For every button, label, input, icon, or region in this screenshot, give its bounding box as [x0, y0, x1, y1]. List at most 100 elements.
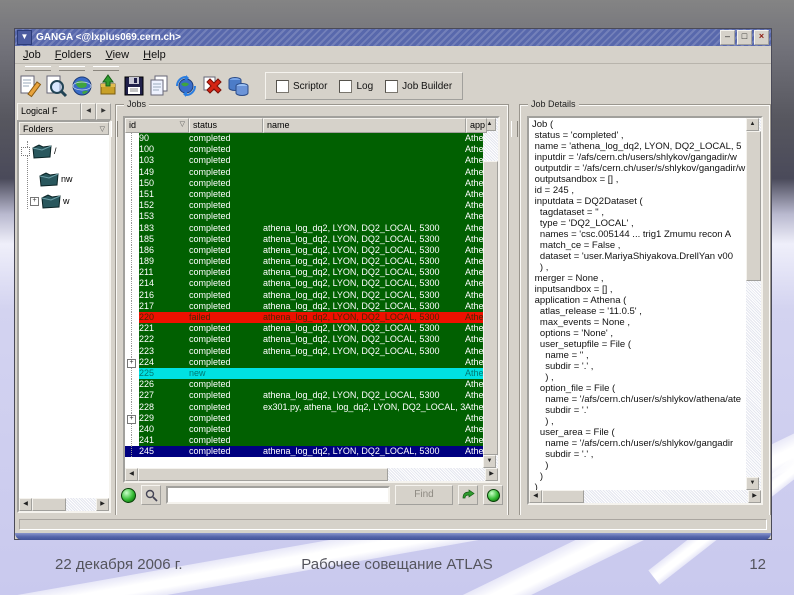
folders-tree: Folders ▽ / nw + w ◀ ▶: [17, 120, 111, 513]
kill-job-icon[interactable]: [200, 74, 224, 98]
table-row[interactable]: + 152 completed Athena: [125, 200, 483, 212]
tree-item-root[interactable]: /: [21, 143, 57, 159]
table-row[interactable]: + 226 completed Athena: [125, 379, 483, 391]
table-row[interactable]: + 228 completed ex301.py, athena_log_dq2…: [125, 401, 483, 413]
cell-id: 211: [139, 267, 154, 278]
scroll-down-icon[interactable]: ▼: [746, 477, 759, 490]
save-icon[interactable]: [122, 74, 146, 98]
scrollbar-thumb[interactable]: [746, 131, 761, 281]
jobs-hscrollbar[interactable]: ◀ ▶: [125, 468, 498, 481]
row-gutter: +: [125, 278, 139, 290]
table-row[interactable]: + 227 completed athena_log_dq2, LYON, DQ…: [125, 390, 483, 402]
row-expander-icon[interactable]: +: [127, 414, 136, 424]
submit-job-icon[interactable]: [96, 74, 120, 98]
table-row[interactable]: + 153 completed Athena: [125, 211, 483, 223]
scroll-right-icon[interactable]: ▶: [485, 468, 498, 481]
window-menu-icon[interactable]: ▼: [17, 30, 32, 45]
close-button[interactable]: ×: [754, 30, 769, 45]
scroll-right-icon[interactable]: ▶: [748, 490, 761, 503]
details-vscrollbar[interactable]: ▲ ▼: [746, 118, 761, 490]
find-input[interactable]: [166, 486, 390, 504]
table-row[interactable]: + 241 completed Athena: [125, 435, 483, 447]
minimize-button[interactable]: –: [720, 30, 735, 45]
menu-job[interactable]: Job: [23, 49, 41, 61]
scriptor-checkbox[interactable]: [276, 79, 289, 93]
scrollbar-thumb[interactable]: [542, 490, 584, 503]
db-copy-icon[interactable]: [226, 74, 250, 98]
tab-logical-folders[interactable]: Logical F: [17, 103, 81, 120]
table-row[interactable]: + 150 completed Athena: [125, 177, 483, 190]
table-row[interactable]: + 240 completed Athena: [125, 423, 483, 436]
table-row[interactable]: + 151 completed Athena: [125, 188, 483, 201]
job-builder-checkbox[interactable]: [385, 79, 399, 93]
log-toggle[interactable]: Log: [339, 79, 373, 93]
tree-item-nw[interactable]: nw: [39, 171, 73, 187]
scroll-right-icon[interactable]: ▶: [96, 498, 109, 511]
table-row[interactable]: + 222 completed athena_log_dq2, LYON, DQ…: [125, 334, 483, 346]
menu-view[interactable]: View: [105, 49, 129, 61]
table-row[interactable]: + 183 completed athena_log_dq2, LYON, DQ…: [125, 222, 483, 234]
scroll-up-icon[interactable]: ▲: [746, 118, 759, 131]
sync-globe-icon[interactable]: [174, 74, 198, 98]
find-button[interactable]: Find: [395, 485, 453, 505]
new-job-icon[interactable]: [18, 74, 42, 98]
menu-help[interactable]: Help: [143, 49, 166, 61]
scroll-left-icon[interactable]: ◀: [529, 490, 542, 503]
folders-hscrollbar[interactable]: ◀ ▶: [19, 498, 109, 511]
tree-expand-plus-icon[interactable]: +: [30, 196, 39, 206]
tab-scroll-left-icon[interactable]: ◀: [81, 103, 96, 120]
column-header-id[interactable]: id ▽: [125, 118, 189, 133]
row-expander-icon[interactable]: +: [127, 358, 136, 368]
globe-icon[interactable]: [70, 74, 94, 98]
table-row[interactable]: + 149 completed Athena: [125, 166, 483, 178]
table-row[interactable]: + 100 completed Athena: [125, 144, 483, 156]
table-row[interactable]: + 224 completed Athena: [125, 356, 483, 369]
table-row[interactable]: + 216 completed athena_log_dq2, LYON, DQ…: [125, 289, 483, 302]
find-job-icon[interactable]: [44, 74, 68, 98]
table-row[interactable]: + 229 completed Athena: [125, 412, 483, 425]
table-row[interactable]: + 185 completed athena_log_dq2, LYON, DQ…: [125, 233, 483, 246]
scriptor-toggle[interactable]: Scriptor: [276, 79, 327, 93]
tab-scroll-right-icon[interactable]: ▶: [96, 103, 111, 120]
details-hscrollbar[interactable]: ◀ ▶: [529, 490, 761, 503]
scroll-down-icon[interactable]: ▼: [483, 455, 496, 468]
column-header-status[interactable]: status: [189, 118, 263, 133]
table-row[interactable]: + 220 failed athena_log_dq2, LYON, DQ2_L…: [125, 312, 483, 324]
menu-folders[interactable]: Folders: [55, 49, 92, 61]
scrollbar-thumb[interactable]: [138, 468, 388, 481]
search-button[interactable]: [141, 485, 161, 505]
tree-item-w[interactable]: + w: [30, 193, 70, 209]
column-header-app[interactable]: app: [466, 118, 487, 133]
row-gutter: +: [125, 367, 139, 380]
table-row[interactable]: + 186 completed athena_log_dq2, LYON, DQ…: [125, 244, 483, 257]
table-row[interactable]: + 223 completed athena_log_dq2, LYON, DQ…: [125, 345, 483, 357]
panel-splitter[interactable]: [511, 121, 518, 137]
table-row[interactable]: + 217 completed athena_log_dq2, LYON, DQ…: [125, 300, 483, 313]
copy-job-icon[interactable]: [148, 74, 172, 98]
table-row[interactable]: + 221 completed athena_log_dq2, LYON, DQ…: [125, 323, 483, 335]
log-checkbox[interactable]: [339, 79, 353, 93]
go-button[interactable]: [483, 485, 503, 505]
table-row[interactable]: + 103 completed Athena: [125, 155, 483, 167]
table-row[interactable]: + 90 completed Athena: [125, 133, 483, 145]
title-bar[interactable]: ▼ GANGA <@lxplus069.cern.ch> – □ ×: [15, 29, 771, 46]
scrollbar-thumb[interactable]: [32, 498, 66, 511]
table-row[interactable]: + 225 new Athena: [125, 367, 483, 380]
jobs-vscrollbar[interactable]: ▲ ▼: [483, 118, 498, 468]
table-row[interactable]: + 189 completed athena_log_dq2, LYON, DQ…: [125, 256, 483, 268]
scrollbar-thumb[interactable]: [483, 161, 498, 455]
column-header-name[interactable]: name: [263, 118, 466, 133]
status-orb-icon[interactable]: [121, 487, 136, 503]
row-gutter: +: [125, 289, 139, 302]
maximize-button[interactable]: □: [737, 30, 752, 45]
table-row[interactable]: + 211 completed athena_log_dq2, LYON, DQ…: [125, 267, 483, 279]
job-details-view[interactable]: Job ( status = 'completed' , name = 'ath…: [527, 116, 763, 505]
job-builder-toggle[interactable]: Job Builder: [385, 79, 452, 93]
scroll-left-icon[interactable]: ◀: [19, 498, 32, 511]
folders-tree-header[interactable]: Folders ▽: [19, 122, 109, 135]
refresh-button[interactable]: [458, 485, 478, 505]
table-row[interactable]: + 214 completed athena_log_dq2, LYON, DQ…: [125, 278, 483, 290]
table-row[interactable]: + 245 completed athena_log_dq2, LYON, DQ…: [125, 446, 483, 458]
scroll-left-icon[interactable]: ◀: [125, 468, 138, 481]
tree-root-expander-icon[interactable]: [21, 146, 30, 156]
